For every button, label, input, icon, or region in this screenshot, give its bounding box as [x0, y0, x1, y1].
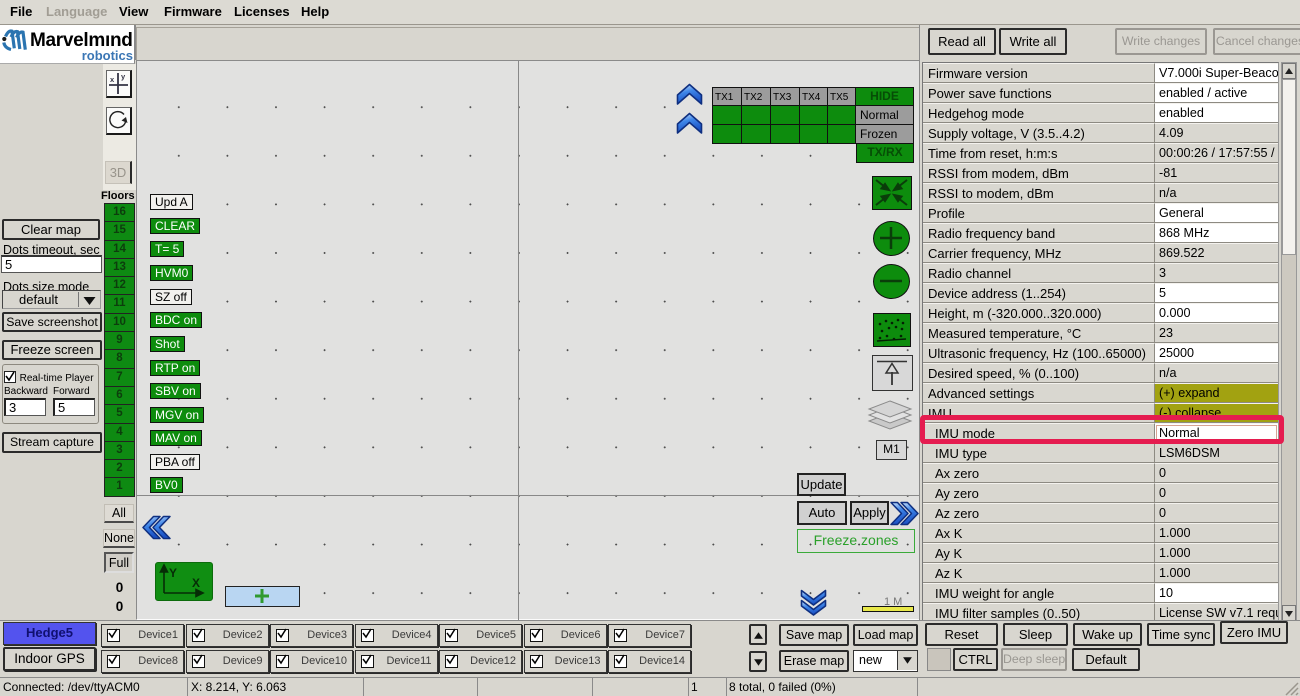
svg-text:X: X [192, 576, 200, 590]
svg-text:y: y [121, 72, 126, 81]
svg-text:x: x [110, 75, 115, 84]
svg-text:Y: Y [169, 566, 177, 580]
